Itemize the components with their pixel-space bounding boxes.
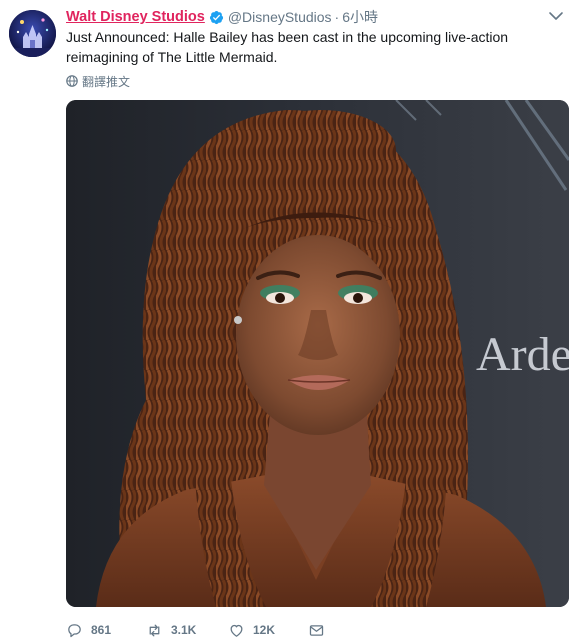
reply-icon	[68, 623, 81, 637]
like-count: 12K	[253, 623, 276, 637]
retweet-count: 3.1K	[171, 623, 197, 637]
tweet-header: Walt Disney Studios @DisneyStudios · 6小時	[66, 7, 539, 27]
translate-tweet-link[interactable]: 翻譯推文	[66, 72, 130, 90]
globe-icon	[66, 75, 78, 87]
reply-count: 861	[91, 623, 112, 637]
reply-button[interactable]: 861	[66, 622, 146, 639]
background-sign-text: Arden	[476, 328, 569, 381]
retweet-button[interactable]: 3.1K	[146, 622, 228, 639]
verified-badge-icon	[209, 10, 223, 24]
tweet-actions: 861 3.1K 12K	[66, 620, 333, 640]
direct-message-button[interactable]	[308, 622, 333, 639]
like-button[interactable]: 12K	[228, 622, 308, 639]
author-handle[interactable]: @DisneyStudios	[228, 9, 332, 25]
author-name[interactable]: Walt Disney Studios	[66, 9, 205, 25]
avatar[interactable]	[9, 10, 56, 57]
tweet-photo[interactable]: Arden	[66, 100, 569, 607]
chevron-down-icon[interactable]	[548, 10, 564, 22]
separator-dot: ·	[334, 9, 340, 25]
retweet-icon	[149, 624, 160, 636]
heart-icon	[230, 624, 243, 637]
castle-logo-icon	[9, 10, 56, 57]
envelope-icon	[309, 624, 324, 636]
tweet-card: Walt Disney Studios @DisneyStudios · 6小時…	[0, 0, 569, 643]
translate-label: 翻譯推文	[82, 74, 131, 89]
portrait-photo: Arden	[66, 100, 569, 607]
tweet-text: Just Announced: Halle Bailey has been ca…	[66, 29, 509, 65]
tweet-timestamp[interactable]: 6小時	[342, 7, 378, 27]
